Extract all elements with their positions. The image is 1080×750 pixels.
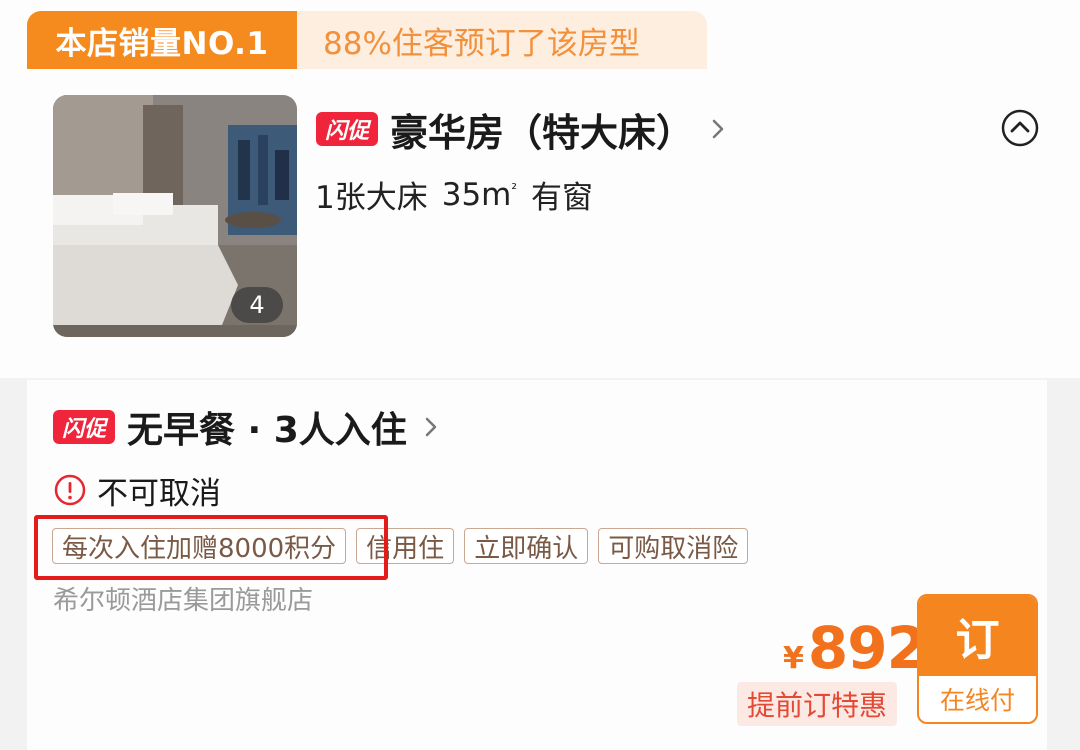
room-name: 豪华房（特大床） — [390, 110, 695, 155]
tag-cancel-insurance: 可购取消险 — [598, 528, 749, 564]
book-button[interactable]: 订 在线付 — [917, 594, 1038, 724]
rate-plan-name: 无早餐 · 3人入住 — [127, 410, 407, 451]
price: ¥ 892 — [783, 614, 927, 682]
room-card: 本店销量NO.1 88%住客预订了该房型 4 闪促 豪华房（特大床） 1张大床 … — [0, 0, 1080, 378]
chevron-up-circle-icon[interactable] — [1000, 108, 1040, 148]
booked-percentage-banner: 88%住客预订了该房型 — [297, 11, 707, 69]
cancellation-policy[interactable]: 不可取消 — [53, 470, 221, 512]
price-value: 892 — [807, 614, 927, 682]
sales-rank-badge: 本店销量NO.1 — [27, 11, 297, 69]
room-title-row[interactable]: 闪促 豪华房（特大床） — [316, 106, 732, 155]
room-specs: 1张大床 35m² 有窗 — [315, 172, 593, 217]
pay-online-label: 在线付 — [939, 686, 1015, 715]
price-currency: ¥ — [783, 641, 804, 676]
alert-circle-icon — [54, 474, 86, 506]
chevron-right-icon — [712, 119, 724, 139]
photo-count-badge: 4 — [231, 287, 283, 323]
store-name: 希尔顿酒店集团旗舰店 — [53, 586, 314, 616]
room-photo[interactable]: 4 — [53, 95, 297, 337]
policy-text: 不可取消 — [97, 475, 221, 512]
chevron-right-icon — [425, 417, 437, 437]
rate-plan-row[interactable]: 闪促 无早餐 · 3人入住 — [53, 404, 445, 451]
window-info: 有窗 — [531, 180, 594, 216]
flash-sale-badge: 闪促 — [316, 112, 378, 146]
promo-label: 提前订特惠 — [737, 682, 898, 726]
bed-info: 1张大床 — [315, 180, 428, 216]
flash-sale-badge: 闪促 — [53, 410, 115, 444]
tag-instant-confirm: 立即确认 — [464, 528, 589, 564]
highlight-box — [34, 515, 388, 580]
room-area: 35m² — [441, 176, 518, 213]
book-button-label: 订 — [919, 596, 1036, 676]
